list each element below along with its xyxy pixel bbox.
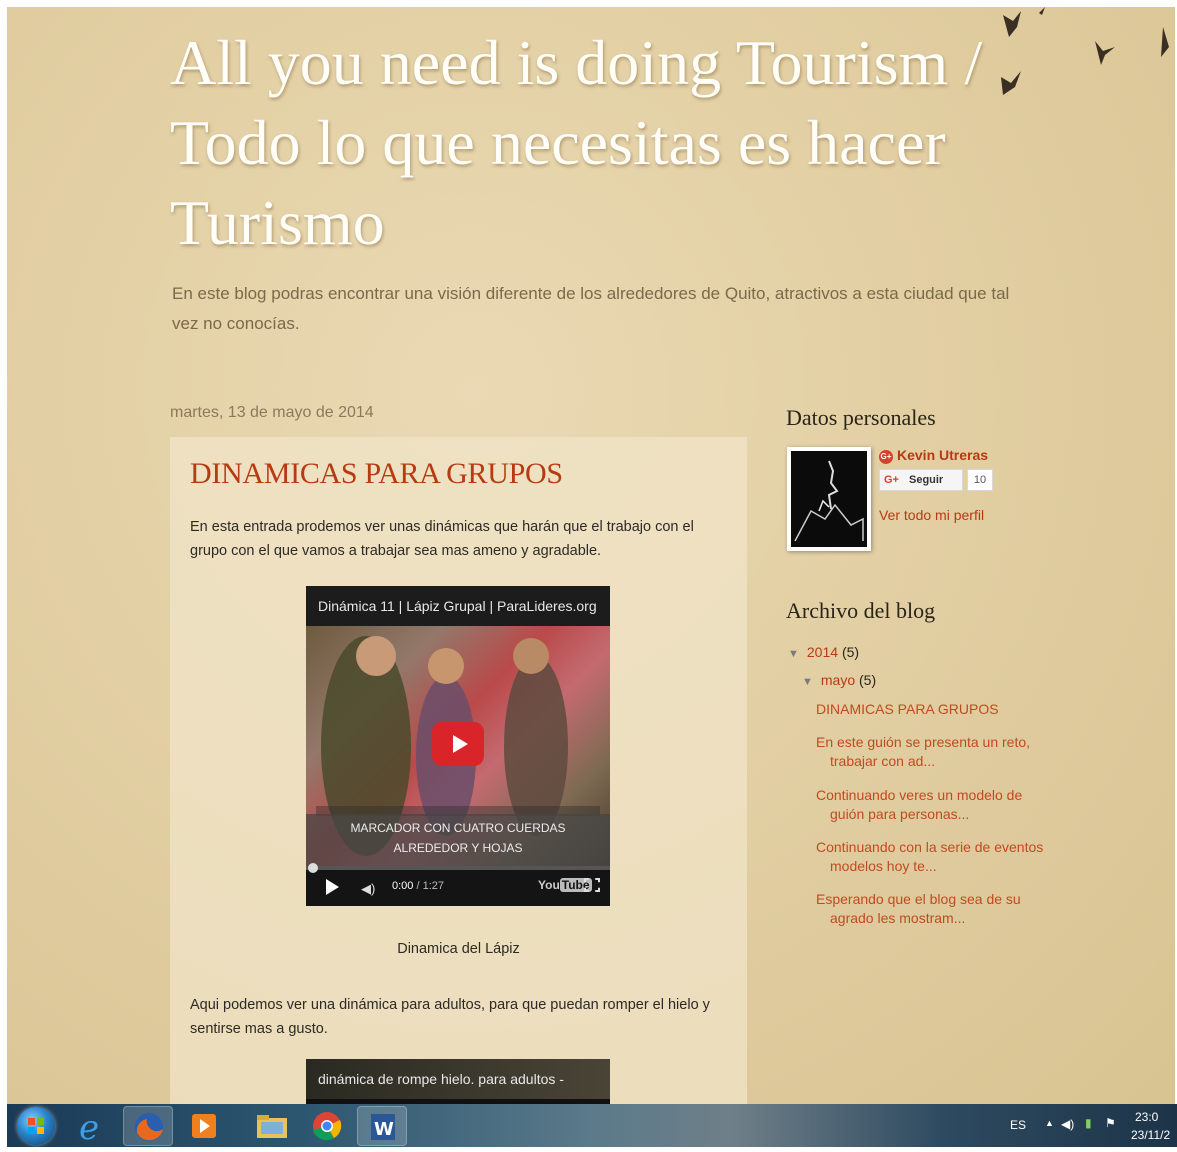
svg-text:W: W <box>374 1119 394 1140</box>
google-plus-icon: G+ <box>879 450 893 464</box>
post: DINAMICAS PARA GRUPOS En esta entrada pr… <box>170 437 747 1104</box>
blog-title[interactable]: All you need is doing Tourism / Todo lo … <box>170 23 1010 263</box>
play-icon[interactable] <box>326 879 339 895</box>
progress-handle[interactable] <box>308 863 318 873</box>
archive-post-link[interactable]: Esperando que el blog sea de su agrado l… <box>816 890 1060 928</box>
archive-year-count: (5) <box>841 644 860 660</box>
time-current: 0:00 <box>392 880 414 892</box>
archive-year[interactable]: ▼ 2014 (5) <box>788 644 859 660</box>
volume-icon[interactable]: ◀) <box>361 881 375 897</box>
clock-date[interactable]: 23/11/2 <box>1131 1128 1170 1142</box>
network-icon[interactable]: ▮ <box>1085 1116 1092 1130</box>
google-plus-g-icon: G+ <box>884 474 899 486</box>
time-total: / 1:27 <box>416 880 445 892</box>
video-title[interactable]: Dinámica 11 | Lápiz Grupal | ParaLideres… <box>306 586 610 626</box>
avatar-image <box>791 451 867 547</box>
avatar-drawing <box>794 460 864 542</box>
post-intro: En esta entrada prodemos ver unas dinámi… <box>190 519 694 559</box>
video-2-title[interactable]: dinámica de rompe hielo. para adultos -M… <box>306 1059 610 1099</box>
follow-count: 10 <box>967 469 993 491</box>
archive-post-link[interactable]: Continuando con la serie de eventos mode… <box>816 838 1060 876</box>
archive-month-count: (5) <box>859 672 877 688</box>
archive-month-label[interactable]: mayo <box>821 672 855 688</box>
windows-logo-icon <box>28 1118 44 1134</box>
view-profile-link[interactable]: Ver todo mi perfil <box>879 507 984 523</box>
action-center-icon[interactable]: ⚑ <box>1105 1116 1116 1130</box>
archive-post-link[interactable]: DINAMICAS PARA GRUPOS <box>816 700 1060 719</box>
post-paragraph-2: Aqui podemos ver una dinámica para adult… <box>190 997 710 1037</box>
archive-heading: Archivo del blog <box>786 598 936 623</box>
profile-heading: Datos personales <box>786 405 936 430</box>
language-indicator[interactable]: ES <box>1010 1118 1026 1132</box>
archive-post-link[interactable]: Continuando veres un modelo de guión par… <box>816 786 1060 824</box>
taskbar-firefox[interactable] <box>123 1106 173 1146</box>
youtube-logo-you: You <box>538 878 560 892</box>
post-title[interactable]: DINAMICAS PARA GRUPOS <box>190 457 563 491</box>
video-player-1[interactable]: Dinámica 11 | Lápiz Grupal | ParaLideres… <box>306 586 610 906</box>
follow-label: Seguir <box>908 474 944 486</box>
overlay-line-1: MARCADOR CON CUATRO CUERDAS <box>350 821 566 835</box>
profile-name-link[interactable]: G+ Kevin Utreras <box>879 447 988 464</box>
clock-time[interactable]: 23:0 <box>1135 1110 1158 1124</box>
youtube-logo[interactable]: You Tube <box>538 878 592 892</box>
follow-button[interactable]: G+ Seguir <box>879 469 963 491</box>
svg-text:e: e <box>79 1108 99 1146</box>
video-time: 0:00 / 1:27 <box>392 880 444 892</box>
taskbar-file-explorer[interactable] <box>247 1106 297 1146</box>
video-player-2[interactable]: dinámica de rompe hielo. para adultos -M… <box>306 1059 610 1104</box>
taskbar-media-player[interactable] <box>179 1106 229 1146</box>
video-progress-bar[interactable] <box>306 863 610 873</box>
video-thumbnail[interactable]: MARCADOR CON CUATRO CUERDAS ALREDEDOR Y … <box>306 626 610 866</box>
blog-page: All you need is doing Tourism / Todo lo … <box>7 7 1175 1104</box>
folder-icon <box>257 1115 287 1138</box>
taskbar-word[interactable]: W <box>357 1106 407 1146</box>
avatar[interactable] <box>787 447 871 551</box>
post-date: martes, 13 de mayo de 2014 <box>170 404 374 421</box>
taskbar-chrome[interactable] <box>302 1106 352 1146</box>
profile-name: Kevin Utreras <box>897 447 989 463</box>
system-tray: ES ▲ ◀) ▮ ⚑ 23:0 23/11/2 <box>1007 1104 1177 1147</box>
internet-explorer-icon: e <box>79 1108 99 1148</box>
firefox-icon <box>135 1113 163 1141</box>
archive-post-link[interactable]: En este guión se presenta un reto, traba… <box>816 733 1060 771</box>
toggle-down-icon[interactable]: ▼ <box>802 676 813 688</box>
chrome-icon <box>313 1112 342 1141</box>
blog-description: En este blog podras encontrar una visión… <box>172 284 1010 333</box>
start-button[interactable] <box>17 1107 55 1145</box>
taskbar: e W ES ▲ ◀) ▮ ⚑ 23:0 23/11/2 <box>7 1104 1177 1148</box>
video-controls: ◀) 0:00 / 1:27 You Tube <box>306 863 610 906</box>
toggle-down-icon[interactable]: ▼ <box>788 648 799 660</box>
show-hidden-icons-icon[interactable]: ▲ <box>1045 1118 1054 1128</box>
word-icon: W <box>371 1114 395 1140</box>
taskbar-internet-explorer[interactable]: e <box>67 1106 117 1148</box>
overlay-line-2: ALREDEDOR Y HOJAS <box>393 841 523 855</box>
archive-month[interactable]: ▼ mayo (5) <box>802 672 876 688</box>
archive-year-label[interactable]: 2014 <box>807 644 838 660</box>
video-overlay-text: MARCADOR CON CUATRO CUERDAS ALREDEDOR Y … <box>306 814 610 866</box>
media-player-icon <box>192 1114 216 1138</box>
volume-icon[interactable]: ◀) <box>1061 1117 1074 1131</box>
video-caption: Dinamica del Lápiz <box>397 941 520 957</box>
play-button[interactable] <box>432 722 484 766</box>
